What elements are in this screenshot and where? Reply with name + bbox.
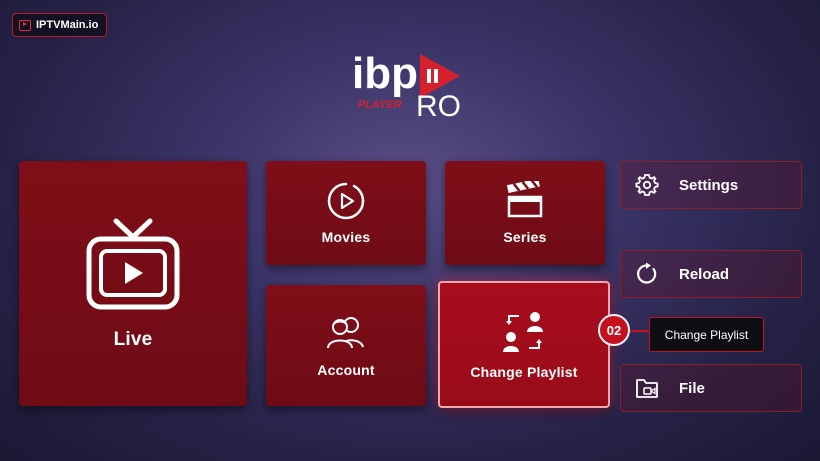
ibp-player-pro-logo: ibp PLAYER RO bbox=[352, 49, 461, 123]
step-marker: 02 bbox=[598, 314, 630, 346]
tv-play-icon bbox=[86, 218, 180, 309]
gear-icon bbox=[635, 174, 659, 196]
reload-button[interactable]: Reload bbox=[620, 250, 802, 298]
series-label: Series bbox=[503, 229, 547, 245]
movies-label: Movies bbox=[321, 229, 371, 245]
live-tile[interactable]: Live bbox=[19, 161, 247, 406]
swap-users-icon bbox=[503, 311, 543, 352]
reload-icon bbox=[637, 262, 657, 284]
change-playlist-label: Change Playlist bbox=[470, 363, 578, 380]
series-tile[interactable]: Series bbox=[445, 161, 605, 265]
file-label: File bbox=[679, 379, 705, 397]
folder-video-icon bbox=[636, 379, 658, 398]
tv-icon bbox=[19, 19, 31, 31]
file-button[interactable]: File bbox=[620, 364, 802, 412]
tooltip: Change Playlist bbox=[649, 317, 764, 352]
users-icon bbox=[327, 316, 364, 348]
account-tile[interactable]: Account bbox=[266, 285, 426, 406]
play-circle-icon bbox=[327, 182, 365, 220]
clapperboard-icon bbox=[506, 181, 543, 218]
annotation-connector bbox=[630, 330, 650, 332]
live-label: Live bbox=[113, 328, 153, 350]
reload-label: Reload bbox=[679, 265, 730, 283]
logo-sub: PLAYER bbox=[358, 99, 402, 111]
change-playlist-tile[interactable]: Change Playlist bbox=[438, 281, 610, 408]
badge-text: IPTVMain.io bbox=[36, 19, 99, 31]
logo-pro: RO bbox=[416, 90, 461, 123]
settings-label: Settings bbox=[679, 176, 739, 194]
movies-tile[interactable]: Movies bbox=[266, 161, 426, 265]
settings-button[interactable]: Settings bbox=[620, 161, 802, 209]
logo-text: ibp bbox=[352, 49, 418, 98]
brand-badge: IPTVMain.io bbox=[12, 13, 108, 37]
account-label: Account bbox=[317, 361, 375, 378]
